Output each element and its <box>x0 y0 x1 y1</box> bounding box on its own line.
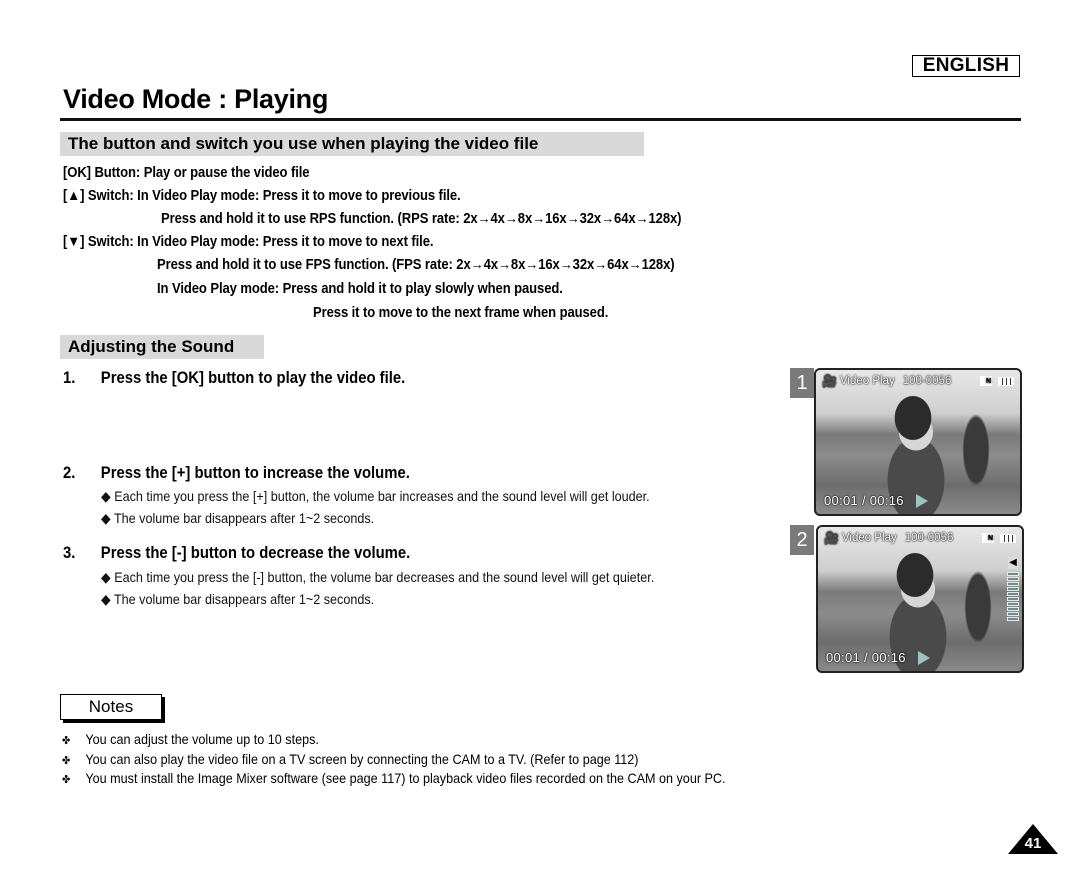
ok-button-desc: [OK] Button: Play or pause the video fil… <box>63 165 310 181</box>
speaker-icon: ◀ <box>1008 557 1018 569</box>
step-2: 2. Press the [+] button to increase the v… <box>63 464 410 483</box>
volume-step <box>1007 602 1019 606</box>
note-text: You must install the Image Mixer softwar… <box>85 770 726 786</box>
battery-icon <box>998 376 1014 386</box>
volume-step <box>1007 587 1019 591</box>
video-camera-icon: 🎥 <box>824 531 839 545</box>
language-badge: ENGLISH <box>912 55 1020 77</box>
volume-step <box>1007 582 1019 586</box>
osd-time: 00:01 / 00:16 <box>826 650 906 665</box>
note-item: ✤ You can also play the video file on a T… <box>62 751 639 767</box>
step-2-bullet: ◆ Each time you press the [+] button, th… <box>101 488 650 504</box>
step-3-bullet: ◆ The volume bar disappears after 1~2 se… <box>101 591 375 607</box>
step-text: Press the [-] button to decrease the vol… <box>100 544 411 562</box>
quality-icon: N <box>982 533 994 543</box>
lcd-screenshot-2: 🎥 Video Play 100-0056 N ◀ 00:01 / 00:16 <box>816 525 1024 673</box>
screen-label: 2 <box>790 525 814 555</box>
note-item: ✤ You can adjust the volume up to 10 step… <box>62 731 319 747</box>
step-number: 2. <box>63 464 76 482</box>
step-number: 3. <box>63 544 76 562</box>
lcd-screenshot-1: 🎥 Video Play 100-0056 N 00:01 / 00:16 <box>814 368 1022 516</box>
volume-step <box>1007 617 1019 621</box>
note-text: You can also play the video file on a TV… <box>85 751 639 767</box>
quality-icon: N <box>980 376 992 386</box>
volume-step <box>1007 597 1019 601</box>
volume-bar: ◀ <box>1007 557 1019 622</box>
step-text: Press the [+] button to increase the vol… <box>100 464 410 482</box>
next-frame-desc: Press it to move to the next frame when … <box>313 305 609 321</box>
step-1: 1. Press the [OK] button to play the vide… <box>63 369 405 388</box>
page-title: Video Mode : Playing <box>63 84 329 114</box>
osd-file-number: 100-0056 <box>904 532 954 544</box>
step-2-bullet: ◆ The volume bar disappears after 1~2 se… <box>101 510 375 526</box>
step-3: 3. Press the [-] button to decrease the v… <box>63 544 410 563</box>
step-text: Press the [OK] button to play the video … <box>100 369 406 387</box>
play-icon <box>917 650 930 665</box>
osd-mode: Video Play <box>841 532 897 544</box>
notes-label: Notes <box>60 694 162 720</box>
volume-step <box>1007 577 1019 581</box>
osd-bottom-bar: 00:01 / 00:16 <box>826 650 930 665</box>
section-heading-buttons: The button and switch you use when playi… <box>60 132 644 156</box>
fps-desc: Press and hold it to use FPS function. (… <box>157 257 675 273</box>
osd-top-bar: 🎥 Video Play 100-0056 N <box>824 530 1016 546</box>
volume-step <box>1007 572 1019 576</box>
page-number: 41 <box>1024 835 1042 852</box>
osd-bottom-bar: 00:01 / 00:16 <box>824 493 928 508</box>
osd-mode: Video Play <box>839 375 895 387</box>
step-3-bullet: ◆ Each time you press the [-] button, th… <box>101 569 655 585</box>
slow-play-desc: In Video Play mode: Press and hold it to… <box>157 281 563 297</box>
volume-step <box>1007 612 1019 616</box>
screen-label: 1 <box>790 368 814 398</box>
osd-time: 00:01 / 00:16 <box>824 493 904 508</box>
osd-file-number: 100-0056 <box>902 375 952 387</box>
clover-bullet-icon: ✤ <box>62 774 71 786</box>
volume-step <box>1007 607 1019 611</box>
down-switch-desc: [▼] Switch: In Video Play mode: Press it… <box>63 234 434 250</box>
volume-step <box>1007 592 1019 596</box>
page-number-badge: 41 <box>1008 824 1058 854</box>
clover-bullet-icon: ✤ <box>62 735 71 747</box>
osd-top-bar: 🎥 Video Play 100-0056 N <box>822 373 1014 389</box>
section-heading-sound: Adjusting the Sound <box>60 335 264 359</box>
clover-bullet-icon: ✤ <box>62 755 71 767</box>
step-number: 1. <box>63 369 76 387</box>
note-text: You can adjust the volume up to 10 steps… <box>85 731 319 747</box>
video-camera-icon: 🎥 <box>822 374 837 388</box>
note-item: ✤ You must install the Image Mixer softwa… <box>62 770 726 786</box>
up-switch-desc: [▲] Switch: In Video Play mode: Press it… <box>63 188 461 204</box>
play-icon <box>915 493 928 508</box>
title-divider <box>60 118 1021 121</box>
battery-icon <box>1000 533 1016 543</box>
rps-desc: Press and hold it to use RPS function. (… <box>161 211 682 227</box>
